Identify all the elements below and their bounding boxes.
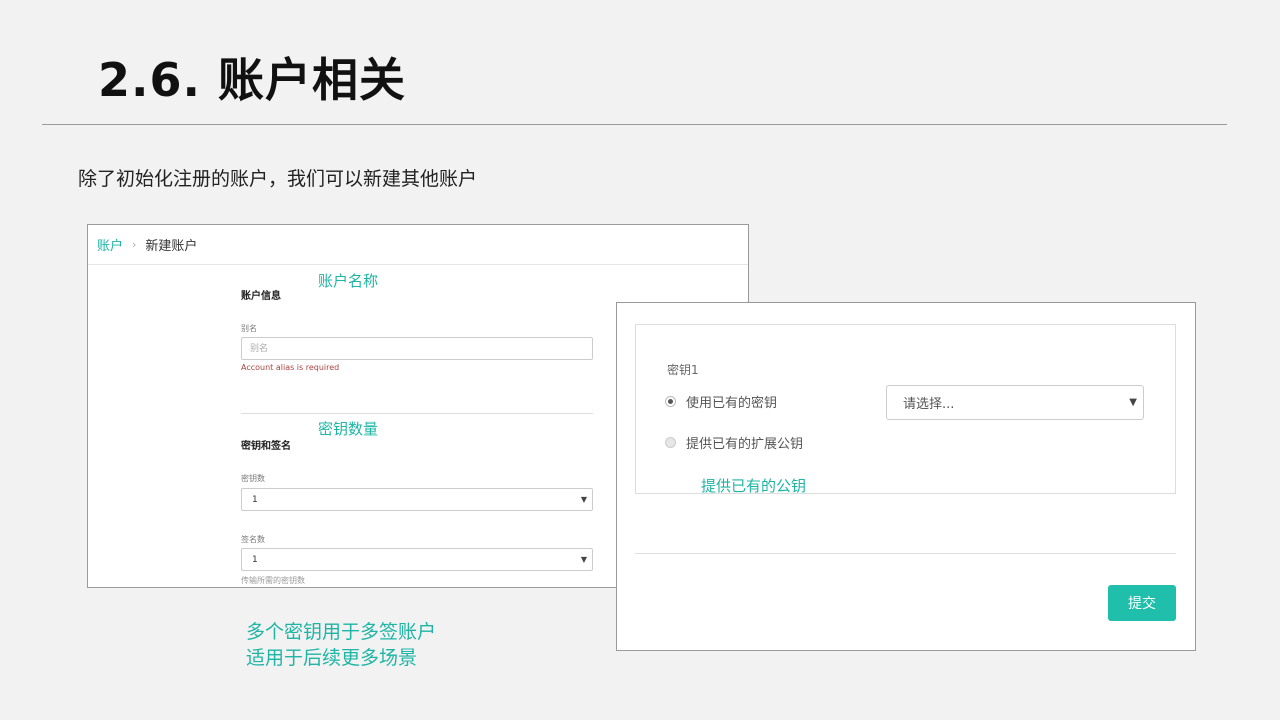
radio-checked-icon[interactable] (665, 396, 676, 407)
annotation-key-count: 密钥数量 (318, 420, 379, 438)
signature-hint: 传输所需的密钥数 (241, 576, 305, 585)
form-section-divider (241, 413, 593, 414)
slide-title: 2.6. 账户相关 (98, 53, 406, 107)
provide-extended-pubkey-label: 提供已有的扩展公钥 (686, 437, 804, 452)
key-count-select[interactable]: 1 ▼ (241, 488, 593, 511)
signature-count-value: 1 (252, 554, 258, 565)
title-divider (42, 124, 1227, 125)
breadcrumb-current: 新建账户 (145, 239, 198, 254)
caret-down-icon: ▼ (580, 555, 587, 564)
alias-label: 别名 (241, 324, 257, 333)
existing-key-select[interactable]: 请选择... ▼ (886, 385, 1144, 420)
existing-key-select-value: 请选择... (903, 397, 955, 412)
annotation-provide-pubkey: 提供已有的公钥 (701, 477, 807, 495)
signature-count-select[interactable]: 1 ▼ (241, 548, 593, 571)
provide-extended-pubkey-option[interactable]: 提供已有的扩展公钥 (665, 433, 803, 452)
annotation-multisig-line2: 适用于后续更多场景 (246, 647, 418, 669)
breadcrumb-accounts-link[interactable]: 账户 (97, 235, 123, 254)
use-existing-key-label: 使用已有的密钥 (686, 396, 778, 411)
chevron-right-icon: › (132, 238, 137, 251)
footer-divider (635, 553, 1176, 554)
breadcrumb: 账户 › 新建账户 (88, 225, 748, 265)
caret-down-icon: ▼ (1129, 397, 1137, 408)
caret-down-icon: ▼ (580, 495, 587, 504)
intro-text: 除了初始化注册的账户，我们可以新建其他账户 (78, 168, 478, 190)
keys-signatures-heading: 密钥和签名 (241, 441, 291, 452)
submit-button[interactable]: 提交 (1108, 585, 1176, 621)
account-info-heading: 账户信息 (241, 291, 281, 302)
key-count-value: 1 (252, 494, 258, 505)
signature-count-label: 签名数 (241, 535, 265, 544)
radio-unchecked-icon[interactable] (665, 437, 676, 448)
key-1-label: 密钥1 (667, 363, 699, 377)
alias-error-message: Account alias is required (241, 363, 340, 372)
key-count-label: 密钥数 (241, 474, 265, 483)
annotation-account-name: 账户名称 (318, 272, 379, 290)
annotation-multisig-line1: 多个密钥用于多签账户 (246, 621, 437, 643)
use-existing-key-option[interactable]: 使用已有的密钥 (665, 392, 777, 411)
alias-input[interactable] (241, 337, 593, 360)
key-panel: 密钥1 使用已有的密钥 提供已有的扩展公钥 请选择... ▼ (635, 324, 1176, 494)
